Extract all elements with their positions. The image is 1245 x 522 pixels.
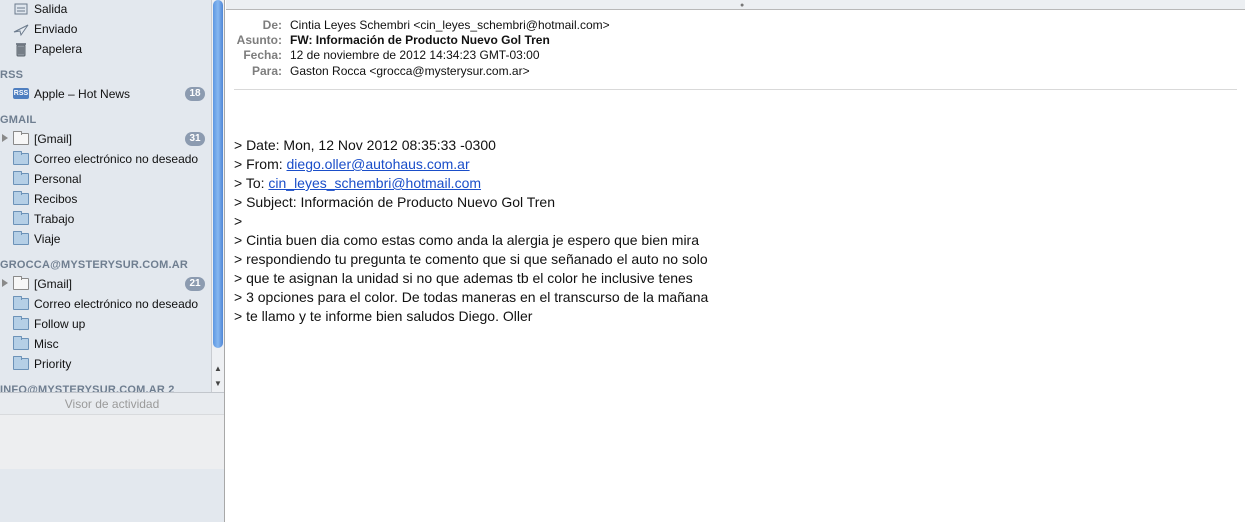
quoted-to-prefix: > To:: [234, 175, 269, 191]
grocca-folder-priority[interactable]: Priority: [0, 354, 211, 374]
folder-label: Trabajo: [34, 212, 75, 226]
folder-label: Correo electrónico no deseado: [34, 152, 199, 166]
sidebar-scrollbar[interactable]: ▲ ▼: [211, 0, 224, 392]
folder-icon: [13, 171, 29, 185]
rss-feed-apple-hot-news[interactable]: RSS Apple – Hot News 18: [0, 84, 211, 104]
activity-viewer-panel: [0, 414, 224, 469]
sidebar-scrollbar-thumb[interactable]: [213, 0, 223, 348]
body-line: > te llamo y te informe bien saludos Die…: [234, 308, 533, 324]
quoted-date-line: > Date: Mon, 12 Nov 2012 08:35:33 -0300: [234, 137, 496, 153]
unread-badge: 21: [185, 277, 205, 291]
folder-label: Personal: [34, 172, 82, 186]
to-label: Para:: [251, 64, 282, 78]
mailbox-list: Salida Enviado Papelera RSS RSS Apple – …: [0, 0, 211, 392]
gmail-folder-spam[interactable]: Correo electrónico no deseado: [0, 149, 211, 169]
mailbox-label: Enviado: [34, 22, 78, 36]
folder-icon: [13, 151, 29, 165]
header-divider: [234, 89, 1237, 90]
quoted-subject-line: > Subject: Información de Producto Nuevo…: [234, 194, 556, 210]
body-line: > que te asignan la unidad si no que ade…: [234, 270, 693, 286]
date-value: 12 de noviembre de 2012 14:34:23 GMT-03:…: [290, 48, 540, 62]
split-view-divider[interactable]: ●: [226, 0, 1245, 10]
folder-icon: [13, 211, 29, 225]
section-gmail[interactable]: GMAIL: [0, 114, 36, 126]
folder-label: Recibos: [34, 192, 78, 206]
sidebar: Salida Enviado Papelera RSS RSS Apple – …: [0, 0, 225, 522]
to-value[interactable]: Gaston Rocca <grocca@mysterysur.com.ar>: [290, 64, 530, 78]
folder-label: [Gmail]: [34, 277, 73, 291]
trash-icon: [13, 42, 29, 60]
grocca-folder-gmail[interactable]: [Gmail] 21: [0, 274, 211, 294]
to-email-link[interactable]: cin_leyes_schembri@hotmail.com: [268, 175, 481, 191]
folder-label: Correo electrónico no deseado: [34, 297, 199, 311]
disclosure-triangle-icon[interactable]: [2, 134, 8, 142]
activity-viewer-title: Visor de actividad: [0, 392, 224, 414]
rss-icon: RSS: [13, 88, 29, 99]
folder-icon: [13, 316, 29, 330]
folder-icon: [13, 336, 29, 350]
date-label: Fecha:: [243, 48, 282, 62]
folder-label: Viaje: [34, 232, 61, 246]
quoted-to-line: > To: cin_leyes_schembri@hotmail.com: [234, 174, 708, 193]
outbox-icon: [13, 2, 29, 20]
scroll-up-icon[interactable]: ▲: [212, 362, 224, 375]
subject-value: FW: Información de Producto Nuevo Gol Tr…: [290, 33, 550, 47]
gmail-folder-viaje[interactable]: Viaje: [0, 229, 211, 249]
section-grocca[interactable]: GROCCA@MYSTERYSUR.COM.AR: [0, 259, 188, 271]
folder-label: Priority: [34, 357, 72, 371]
scroll-down-icon[interactable]: ▼: [212, 377, 224, 390]
section-rss[interactable]: RSS: [0, 69, 23, 81]
folder-label: Follow up: [34, 317, 86, 331]
section-info[interactable]: INFO@MYSTERYSUR.COM.AR 2: [0, 384, 175, 392]
message-pane: ● De: Cintia Leyes Schembri <cin_leyes_s…: [226, 0, 1245, 522]
quoted-from-line: > From: diego.oller@autohaus.com.ar: [234, 155, 708, 174]
mailbox-outbox[interactable]: Salida: [0, 0, 211, 19]
folder-label: [Gmail]: [34, 132, 73, 146]
gmail-folder-gmail[interactable]: [Gmail] 31: [0, 129, 211, 149]
mailbox-trash[interactable]: Papelera: [0, 39, 211, 59]
subject-label: Asunto:: [236, 33, 282, 47]
folder-icon: [13, 191, 29, 205]
from-value[interactable]: Cintia Leyes Schembri <cin_leyes_schembr…: [290, 18, 610, 32]
gmail-folder-personal[interactable]: Personal: [0, 169, 211, 189]
message-body: > Date: Mon, 12 Nov 2012 08:35:33 -0300 …: [234, 136, 708, 326]
unread-badge: 31: [185, 132, 205, 146]
folder-icon: [13, 276, 29, 290]
quoted-from-prefix: > From:: [234, 156, 287, 172]
body-line: > Cintia buen dia como estas como anda l…: [234, 232, 700, 248]
folder-label: Misc: [34, 337, 59, 351]
grocca-folder-misc[interactable]: Misc: [0, 334, 211, 354]
from-email-link[interactable]: diego.oller@autohaus.com.ar: [287, 156, 470, 172]
body-line: > respondiendo tu pregunta te comento qu…: [234, 251, 708, 267]
unread-badge: 18: [185, 87, 205, 101]
grocca-folder-spam[interactable]: Correo electrónico no deseado: [0, 294, 211, 314]
gmail-folder-recibos[interactable]: Recibos: [0, 189, 211, 209]
gmail-folder-trabajo[interactable]: Trabajo: [0, 209, 211, 229]
mailbox-label: Salida: [34, 2, 68, 16]
folder-icon: [13, 131, 29, 145]
from-label: De:: [262, 18, 282, 32]
quoted-blank-line: >: [234, 213, 243, 229]
folder-icon: [13, 296, 29, 310]
grocca-folder-follow-up[interactable]: Follow up: [0, 314, 211, 334]
folder-icon: [13, 231, 29, 245]
folder-icon: [13, 356, 29, 370]
resize-grip-icon[interactable]: ●: [740, 2, 744, 9]
mailbox-sent[interactable]: Enviado: [0, 19, 211, 39]
disclosure-triangle-icon[interactable]: [2, 279, 8, 287]
sent-icon: [13, 22, 29, 40]
feed-label: Apple – Hot News: [34, 87, 131, 101]
mailbox-label: Papelera: [34, 42, 83, 56]
body-line: > 3 opciones para el color. De todas man…: [234, 289, 709, 305]
